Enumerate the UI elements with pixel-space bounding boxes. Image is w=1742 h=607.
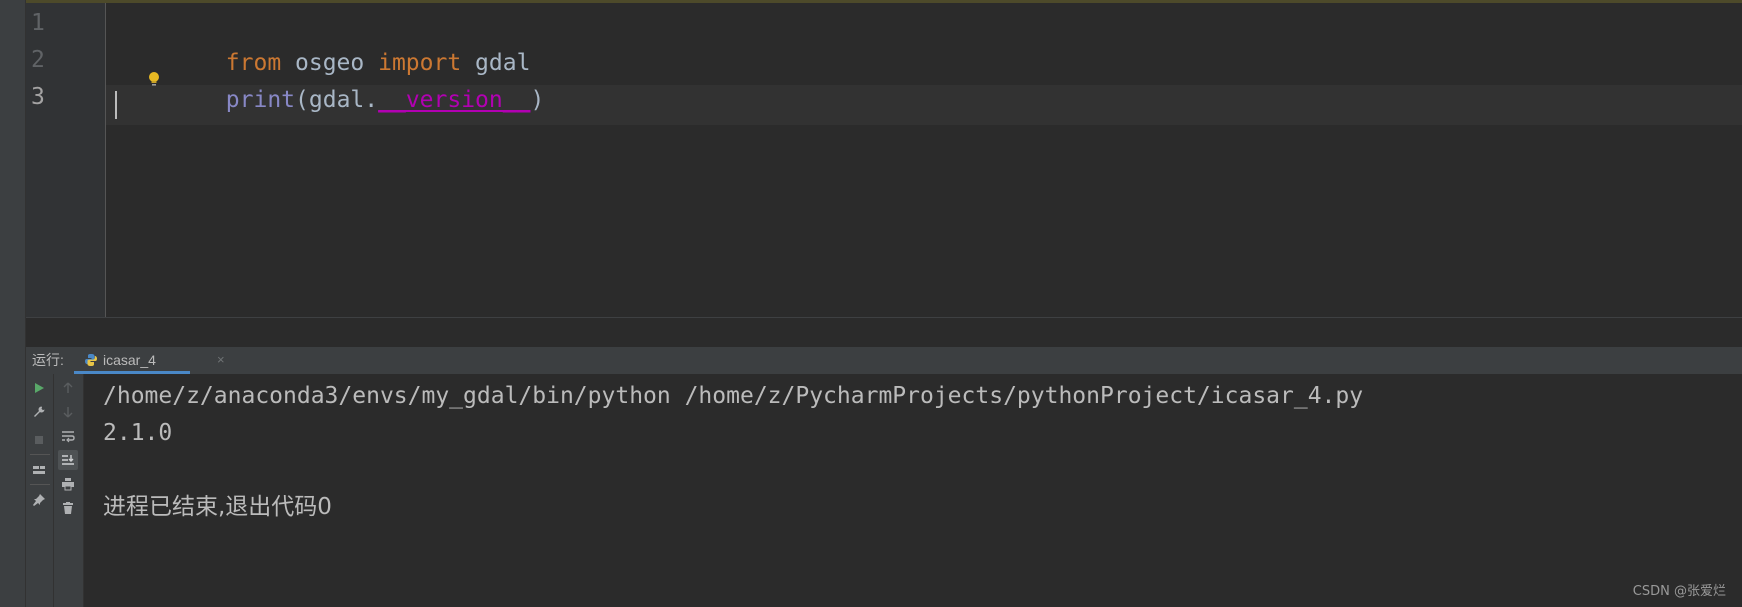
scroll-to-end-icon[interactable] (58, 450, 78, 470)
down-arrow-icon[interactable] (58, 402, 78, 422)
pin-icon[interactable] (29, 490, 49, 510)
line-number-gutter: 1 2 3 (26, 3, 106, 317)
run-tab-label: icasar_4 (103, 352, 156, 368)
dunder-token: __version__ (378, 87, 531, 113)
line-number: 2 (31, 47, 45, 73)
toolbar-separator (30, 454, 50, 455)
text-caret (115, 91, 117, 119)
ide-window: 1 2 3 from osgeo import gdal print(gdal.… (0, 0, 1742, 607)
editor-panel-separator[interactable] (26, 317, 1742, 348)
code-line-1[interactable]: from osgeo import gdal (115, 3, 531, 76)
run-panel-label: 运行: (32, 352, 64, 368)
console-line-command[interactable]: /home/z/anaconda3/envs/my_gdal/bin/pytho… (103, 376, 1363, 416)
python-file-icon (85, 354, 97, 366)
console-line-exit-status: 进程已结束,退出代码0 (103, 494, 332, 520)
layout-icon[interactable] (29, 460, 49, 480)
lightbulb-icon[interactable] (148, 71, 160, 87)
soft-wrap-icon[interactable] (58, 426, 78, 446)
watermark: CSDN @张爱烂 (1632, 584, 1726, 599)
code-line-2[interactable]: print(gdal.__version__) (115, 40, 545, 113)
close-icon[interactable]: × (217, 347, 225, 373)
code-token: (gdal. (295, 87, 379, 113)
toolbar-separator (30, 484, 50, 485)
run-toolbar-left (26, 374, 54, 607)
left-tool-strip (0, 0, 26, 607)
console-line-output: 2.1.0 (103, 420, 173, 446)
line-number: 1 (31, 10, 45, 36)
line-number-current: 3 (31, 84, 45, 110)
builtin-token: print (225, 87, 296, 113)
run-tab-icasar-4[interactable]: icasar_4 × (74, 347, 225, 374)
stop-icon[interactable] (29, 430, 49, 450)
run-toolbar-right (54, 374, 84, 607)
wrench-icon[interactable] (29, 402, 49, 422)
run-console-output[interactable]: /home/z/anaconda3/envs/my_gdal/bin/pytho… (84, 374, 1742, 607)
run-panel-header: 运行: icasar_4 × (26, 347, 1742, 375)
trash-icon[interactable] (58, 498, 78, 518)
code-token: ) (530, 87, 545, 113)
print-icon[interactable] (58, 474, 78, 494)
run-icon[interactable] (29, 378, 49, 398)
code-editor[interactable]: 1 2 3 from osgeo import gdal print(gdal.… (26, 3, 1742, 317)
up-arrow-icon[interactable] (58, 378, 78, 398)
